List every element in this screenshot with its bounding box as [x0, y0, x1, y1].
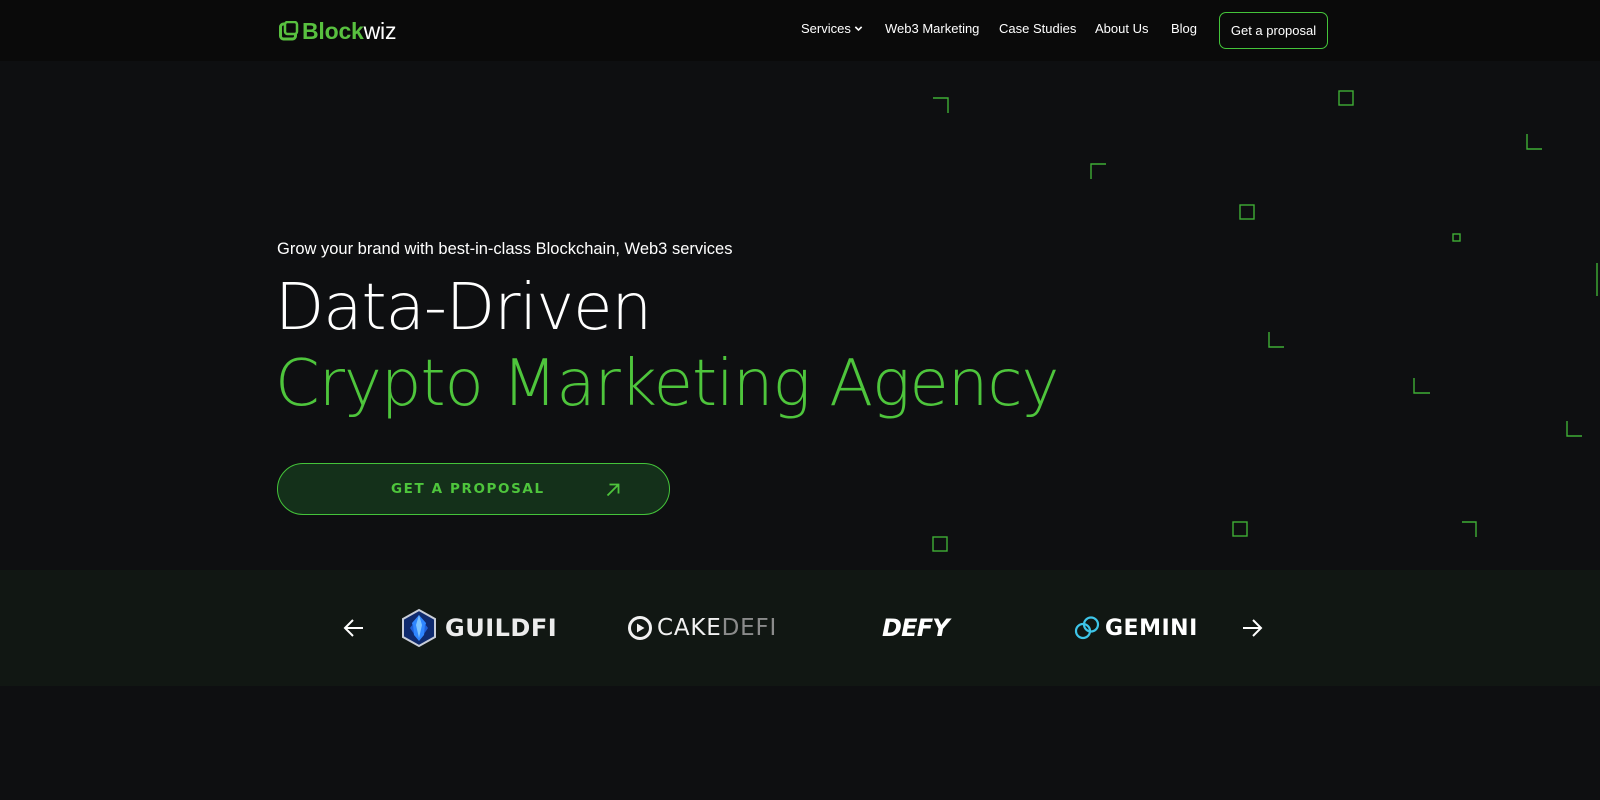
cake-defi-icon	[628, 616, 652, 640]
logo-text-wiz: wiz	[363, 17, 397, 44]
deco-square-5	[932, 536, 948, 552]
arrow-up-right-icon	[606, 483, 620, 497]
hero-tagline: Grow your brand with best-in-class Block…	[277, 240, 733, 258]
nav-services-label: Services	[801, 21, 851, 36]
hero-title-line1: Data-Driven	[275, 271, 652, 345]
hero-title-line2: Crypto Marketing Agency	[275, 347, 1059, 421]
logo-text-block: Block	[302, 17, 364, 44]
deco-corner-3	[1090, 163, 1106, 179]
deco-corner-7	[1462, 521, 1477, 537]
decorative-squares	[932, 90, 1598, 552]
deco-corner-1	[933, 97, 949, 113]
deco-corner-4	[1268, 332, 1284, 348]
deco-square-3	[1452, 233, 1461, 242]
deco-corner-2	[1526, 134, 1542, 150]
nav-services[interactable]: Services	[801, 21, 863, 36]
partner-defy: DEFY	[882, 608, 950, 648]
arrow-right-icon[interactable]	[1240, 616, 1264, 640]
deco-corner-5	[1413, 378, 1430, 394]
gemini-icon	[1074, 616, 1100, 640]
nav-about-us[interactable]: About Us	[1095, 21, 1148, 36]
get-proposal-button-header[interactable]: Get a proposal	[1219, 12, 1328, 49]
get-proposal-label: GET A PROPOSAL	[391, 481, 545, 497]
deco-square-4	[1232, 521, 1248, 537]
logo-mark-icon	[279, 21, 299, 41]
deco-corner-6	[1566, 421, 1582, 437]
get-proposal-button-hero[interactable]: GET A PROPOSAL	[277, 463, 670, 515]
partner-cake-name: CAKE	[657, 615, 722, 641]
site-header: Block wiz Services Web3 Marketing Case St…	[0, 0, 1600, 61]
partner-defi-name: DEFI	[721, 615, 778, 641]
partner-defy-name: DEFY	[882, 614, 950, 642]
nav-blog[interactable]: Blog	[1171, 21, 1197, 36]
partner-cake-defi: CAKE DEFI	[627, 608, 777, 648]
partner-guildfi: GUILDFI	[400, 608, 557, 648]
partner-guildfi-name: GUILDFI	[445, 614, 558, 642]
nav-web3-marketing[interactable]: Web3 Marketing	[885, 21, 979, 36]
page: Block wiz Services Web3 Marketing Case St…	[0, 0, 1600, 800]
deco-square-1	[1338, 90, 1354, 106]
guildfi-crystal-icon	[402, 608, 436, 648]
deco-square-2	[1239, 204, 1255, 220]
chevron-down-icon	[854, 26, 863, 32]
partner-gemini: GEMINI	[1074, 608, 1198, 648]
arrow-left-icon[interactable]	[342, 616, 366, 640]
logo[interactable]: Block wiz	[279, 16, 396, 46]
partners-carousel: GUILDFI CAKE DEFI DEFY GEMINI	[0, 570, 1600, 686]
partner-gemini-name: GEMINI	[1105, 615, 1198, 641]
nav-case-studies[interactable]: Case Studies	[999, 21, 1076, 36]
